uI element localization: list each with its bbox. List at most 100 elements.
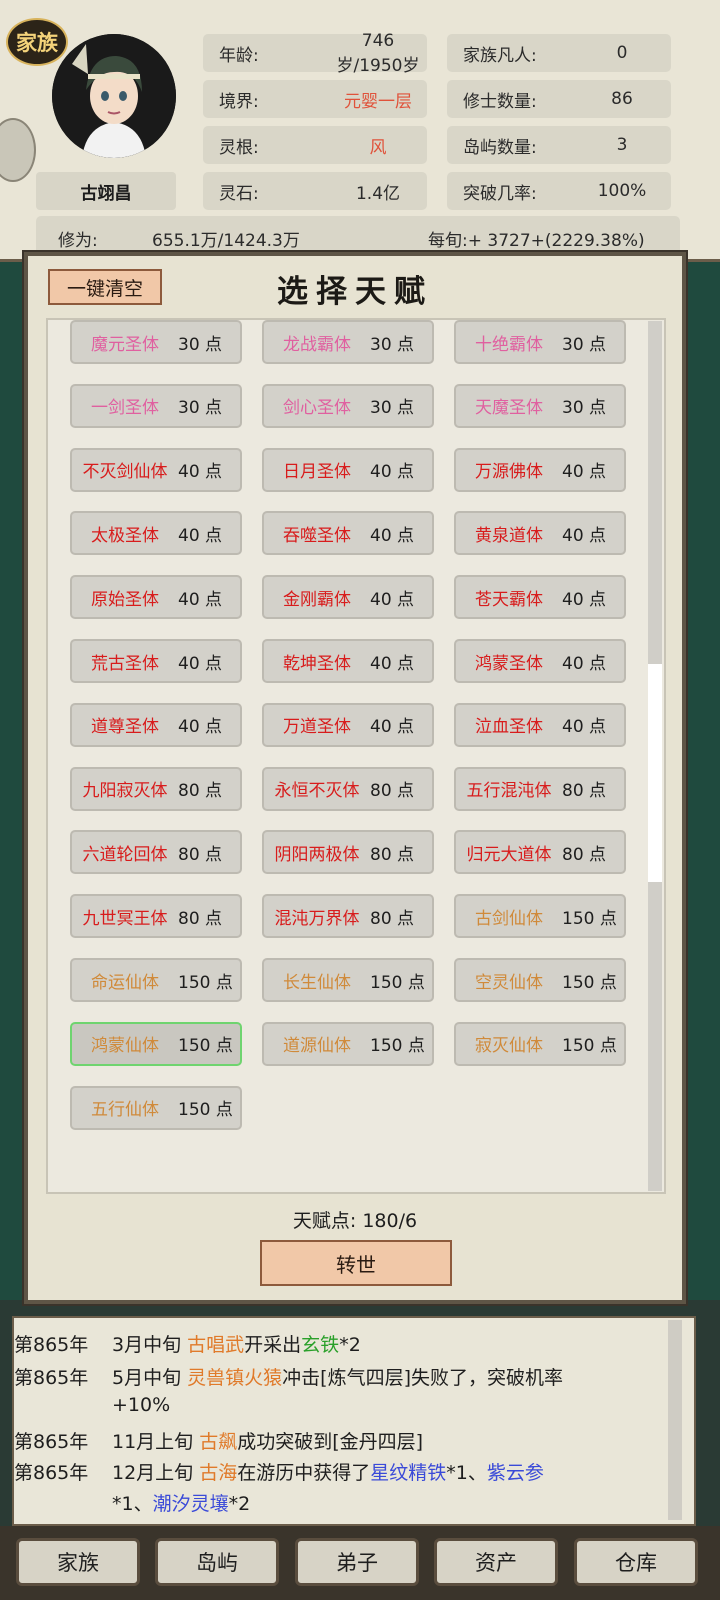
log-text: 古飙 [199,1431,238,1453]
talent-cost: 40 点 [370,525,415,546]
talent-name: 道尊圣体 [91,717,159,738]
talent-option[interactable]: 九阳寂灭体 80 点 [70,766,242,811]
scrollbar-thumb[interactable] [648,664,662,882]
log-scrollbar[interactable] [668,1320,682,1520]
talent-option[interactable]: 魔元圣体 30 点 [70,320,242,364]
talent-cost: 150 点 [178,1100,233,1121]
talent-option[interactable]: 黄泉道体 40 点 [454,511,626,556]
nav-disciples-button[interactable]: 弟子 [295,1538,419,1586]
stat-value: 3 [616,135,628,155]
log-text: *2 [228,1493,251,1515]
talent-option[interactable]: 九世冥王体 80 点 [70,894,242,939]
stat-label: 修士数量: [463,91,537,112]
stat-value: 746岁/1950岁 [336,30,420,76]
talent-cost: 40 点 [370,653,415,674]
side-menu-button[interactable] [0,118,36,182]
talent-option[interactable]: 道源仙体 150 点 [262,1021,434,1066]
talent-option[interactable]: 鸿蒙仙体 150 点 [70,1021,242,1066]
talent-option[interactable]: 永恒不灭体 80 点 [262,766,434,811]
nav-islands-button[interactable]: 岛屿 [155,1538,279,1586]
talent-option[interactable]: 日月圣体 40 点 [262,447,434,492]
talent-option[interactable]: 归元大道体 80 点 [454,830,626,875]
talent-option[interactable]: 荒古圣体 40 点 [70,639,242,683]
talent-option[interactable]: 原始圣体 40 点 [70,575,242,620]
cultivation-bar: 修为: 655.1万/1424.3万 每旬:+ 3727+(2229.38%) [36,216,680,256]
talent-option[interactable]: 金刚霸体 40 点 [262,575,434,620]
talent-cost: 30 点 [178,334,223,355]
nav-clan-button[interactable]: 家族 [16,1538,140,1586]
talent-option[interactable]: 阴阳两极体 80 点 [262,830,434,875]
talent-option[interactable]: 不灭剑仙体 40 点 [70,447,242,492]
talent-name: 荒古圣体 [91,653,159,674]
nav-assets-button[interactable]: 资产 [434,1538,558,1586]
talent-cost: 150 点 [562,972,617,993]
stat-value: 0 [616,43,628,63]
talent-option[interactable]: 天魔圣体 30 点 [454,383,626,428]
talent-cost: 40 点 [562,653,607,674]
talent-cost: 80 点 [562,844,607,865]
talent-option[interactable]: 吞噬圣体 40 点 [262,511,434,556]
talent-option[interactable]: 寂灭仙体 150 点 [454,1021,626,1066]
stat-value: 1.4亿 [355,183,401,204]
talent-option[interactable]: 十绝霸体 30 点 [454,320,626,364]
log-entry: 第865年 11月上旬 古飙成功突破到[金丹四层] [14,1427,423,1454]
cultivation-value: 655.1万/1424.3万 [152,231,300,251]
log-text: 5月中旬 [112,1367,188,1389]
talent-cost: 80 点 [370,844,415,865]
talent-cost: 150 点 [370,972,425,993]
talent-name: 泣血圣体 [475,717,543,738]
talent-name: 混沌万界体 [274,908,360,929]
log-text: 紫云参 [486,1462,544,1484]
talent-option[interactable]: 乾坤圣体 40 点 [262,639,434,683]
talent-cost: 80 点 [178,908,223,929]
talent-cost: 30 点 [178,398,223,419]
log-text: 冲击[炼气四层]失败了，突破机率 [282,1367,563,1389]
talent-option[interactable]: 混沌万界体 80 点 [262,894,434,939]
log-year: 第865年 [14,1431,89,1453]
talent-cost: 40 点 [562,589,607,610]
talent-cost: 80 点 [370,781,415,802]
talent-name: 道源仙体 [283,1036,351,1057]
talent-option[interactable]: 剑心圣体 30 点 [262,383,434,428]
talent-option[interactable]: 苍天霸体 40 点 [454,575,626,620]
stat-label: 境界: [219,91,259,112]
log-text: *2 [339,1334,361,1356]
stat-label: 家族凡人: [463,45,537,66]
talent-option[interactable]: 空灵仙体 150 点 [454,958,626,1002]
talent-option[interactable]: 古剑仙体 150 点 [454,894,626,939]
stat-label: 年龄: [219,45,259,66]
avatar[interactable] [52,34,176,158]
talent-cost: 40 点 [562,525,607,546]
nav-warehouse-button[interactable]: 仓库 [574,1538,698,1586]
log-text: *1、 [112,1493,153,1515]
talent-option[interactable]: 五行仙体 150 点 [70,1085,242,1130]
talent-option[interactable]: 长生仙体 150 点 [262,958,434,1002]
talent-option[interactable]: 五行混沌体 80 点 [454,766,626,811]
log-text: 11月上旬 [112,1431,200,1453]
talent-option[interactable]: 万道圣体 40 点 [262,702,434,747]
talent-option[interactable]: 鸿蒙圣体 40 点 [454,639,626,683]
talent-cost: 40 点 [178,525,223,546]
talent-option[interactable]: 龙战霸体 30 点 [262,320,434,364]
talent-cost: 150 点 [562,908,617,929]
talent-option[interactable]: 六道轮回体 80 点 [70,830,242,875]
talent-option[interactable]: 一剑圣体 30 点 [70,383,242,428]
rebirth-button[interactable]: 转世 [260,1240,452,1286]
talent-name: 鸿蒙圣体 [475,653,543,674]
talent-option[interactable]: 泣血圣体 40 点 [454,702,626,747]
per-xun-gain: 每旬:+ 3727+(2229.38%) [428,231,645,251]
talent-option[interactable]: 万源佛体 40 点 [454,447,626,492]
stat-label: 岛屿数量: [463,137,537,158]
log-text: 古海 [199,1462,238,1484]
stat-value: 86 [611,89,633,109]
talent-option[interactable]: 太极圣体 40 点 [70,511,242,556]
talent-cost: 40 点 [562,462,607,483]
cultivation-label: 修为: [58,231,98,251]
talent-option[interactable]: 道尊圣体 40 点 [70,702,242,747]
talent-cost: 80 点 [178,781,223,802]
talent-cost: 40 点 [178,462,223,483]
talent-name: 乾坤圣体 [283,653,351,674]
talent-cost: 150 点 [562,1036,617,1057]
talent-option[interactable]: 命运仙体 150 点 [70,958,242,1002]
clan-badge[interactable]: 家族 [6,18,68,66]
